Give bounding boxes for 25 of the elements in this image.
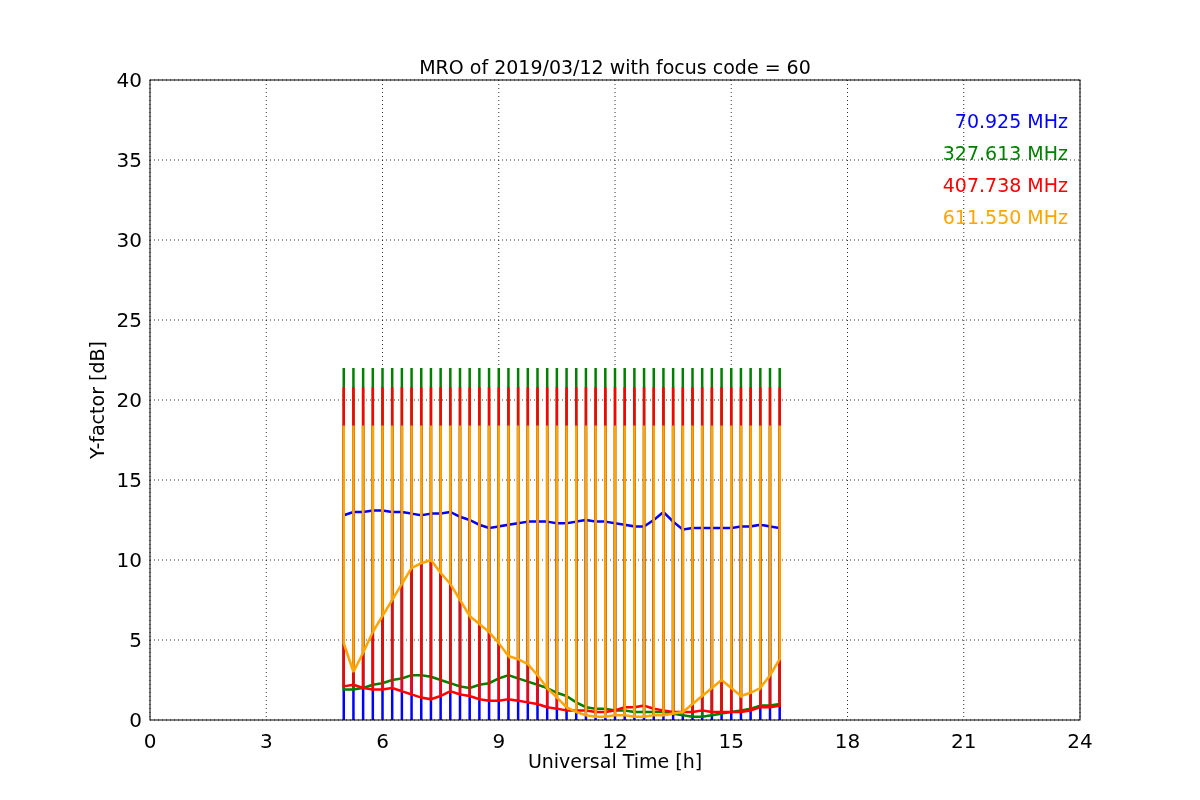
legend-label: 611.550 MHz: [942, 206, 1068, 228]
chart-title: MRO of 2019/03/12 with focus code = 60: [419, 56, 811, 78]
tick-label: 3: [259, 729, 273, 753]
tick-label: 9: [492, 729, 506, 753]
x-axis-label: Universal Time [h]: [527, 750, 703, 772]
tick-label: 0: [143, 729, 157, 753]
tick-label: 15: [718, 729, 744, 753]
tick-label: 15: [116, 468, 142, 492]
tick-label: 6: [376, 729, 389, 753]
tick-label: 24: [1067, 729, 1093, 753]
tick-label: 21: [951, 729, 977, 753]
tick-label: 40: [116, 68, 142, 92]
legend-label: 327.613 MHz: [942, 142, 1068, 164]
tick-label: 10: [116, 548, 142, 572]
legend-label: 407.738 MHz: [942, 174, 1068, 196]
tick-label: 18: [834, 729, 861, 753]
tick-label: 20: [116, 388, 142, 412]
tick-label: 12: [602, 729, 628, 753]
tick-label: 0: [129, 708, 142, 732]
tick-label: 35: [116, 148, 142, 172]
legend-label: 70.925 MHz: [954, 110, 1068, 132]
tick-label: 30: [116, 228, 142, 252]
tick-label: 25: [116, 308, 142, 332]
tick-label: 5: [129, 628, 142, 652]
y-axis-label: Y-factor [dB]: [86, 341, 108, 459]
